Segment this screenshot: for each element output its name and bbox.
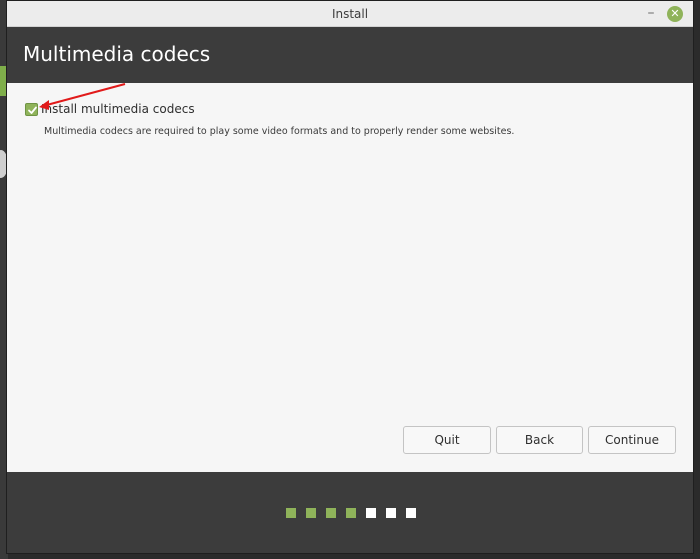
window-title: Install [331,7,369,21]
codecs-description: Multimedia codecs are required to play s… [44,126,515,137]
continue-button[interactable]: Continue [588,426,676,454]
install-window: Install – ✕ Multimedia codecs Install mu… [6,0,694,554]
titlebar: Install – ✕ [7,1,693,27]
back-button[interactable]: Back [496,426,583,454]
quit-button[interactable]: Quit [403,426,491,454]
page-title: Multimedia codecs [23,42,211,66]
content-area: Install multimedia codecs Multimedia cod… [7,83,693,472]
progress-step-4 [346,508,356,518]
progress-step-5 [366,508,376,518]
progress-indicator [286,508,416,518]
progress-step-1 [286,508,296,518]
minimize-button[interactable]: – [643,6,659,22]
progress-step-6 [386,508,396,518]
page-header: Multimedia codecs [7,27,693,83]
annotation-arrow-icon [39,83,126,110]
footer [7,472,693,553]
close-button[interactable]: ✕ [667,6,683,22]
progress-step-7 [406,508,416,518]
progress-step-3 [326,508,336,518]
progress-step-2 [306,508,316,518]
